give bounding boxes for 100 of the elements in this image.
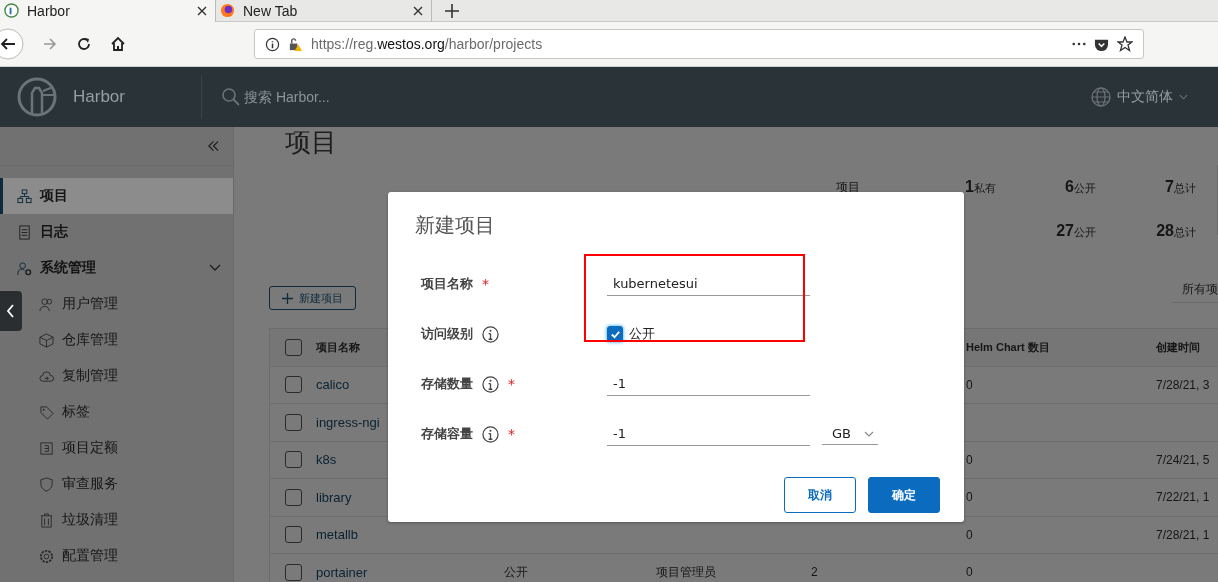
- column-header: Helm Chart 数目: [966, 340, 1050, 353]
- search-field[interactable]: 搜索 Harbor...: [242, 88, 446, 106]
- unit-select[interactable]: GB: [822, 423, 878, 445]
- caret-icon: [864, 430, 874, 437]
- cloud-icon: [39, 368, 54, 384]
- globe-icon: [1091, 87, 1111, 107]
- close-icon[interactable]: [197, 5, 207, 16]
- field-label: 项目名称: [421, 275, 473, 293]
- row-checkbox[interactable]: [284, 488, 302, 506]
- column-header: 项目名称: [316, 340, 360, 353]
- cube-icon: [39, 332, 54, 348]
- document-icon: [17, 224, 32, 240]
- stat-value: 7总计: [1165, 178, 1196, 195]
- chevron-icon[interactable]: [209, 264, 221, 272]
- project-filter-select[interactable]: 所有项: [1172, 277, 1218, 303]
- close-icon[interactable]: [413, 5, 423, 16]
- sidebar-item[interactable]: 日志: [0, 214, 233, 250]
- sidebar-subitem[interactable]: 仓库管理: [24, 322, 233, 358]
- project-link[interactable]: ingress-ngi: [316, 414, 380, 430]
- table-cell: 公开: [504, 564, 528, 579]
- sidebar-subitem[interactable]: 用户管理: [24, 286, 233, 322]
- collapse-icon[interactable]: [207, 140, 220, 152]
- table-cell: 7/28/21, 3: [1156, 377, 1210, 392]
- required-mark: *: [508, 426, 515, 442]
- table-cell: 项目管理员: [656, 564, 716, 579]
- sidebar-subitem[interactable]: 审查服务: [24, 466, 233, 502]
- column-header: 创建时间: [1156, 340, 1200, 353]
- field-label: 存储数量: [421, 375, 473, 393]
- table-cell: 2: [811, 565, 818, 580]
- checkbox-label: 公开: [629, 325, 655, 343]
- sidebar-subitem[interactable]: 配置管理: [24, 538, 233, 574]
- dialog-title: 新建项目: [415, 212, 496, 239]
- language-selector[interactable]: 中文简体: [1091, 87, 1188, 107]
- sidebar-subitem[interactable]: 复制管理: [24, 358, 233, 394]
- field-label: 访问级别: [421, 325, 473, 343]
- user-gear-icon: [17, 260, 32, 276]
- side-toggle-button[interactable]: [0, 291, 22, 331]
- plus-icon: [282, 292, 293, 304]
- forward-icon[interactable]: [42, 36, 58, 52]
- project-link[interactable]: metallb: [316, 527, 358, 543]
- row-checkbox[interactable]: [284, 526, 302, 544]
- caret-icon: [1179, 94, 1188, 100]
- users-icon: [39, 296, 54, 312]
- stat-value: 1私有: [965, 178, 996, 195]
- row-checkbox[interactable]: [284, 413, 302, 431]
- row-checkbox[interactable]: [284, 376, 302, 394]
- lighthouse-logo-icon: [17, 77, 57, 117]
- brand-name: Harbor: [73, 87, 126, 107]
- cancel-button[interactable]: 取消: [784, 477, 856, 513]
- stat-value: 28总计: [1156, 222, 1196, 239]
- sidebar-item[interactable]: 项目: [0, 178, 233, 214]
- project-link[interactable]: calico: [316, 377, 350, 393]
- sidebar-subitem[interactable]: 标签: [24, 394, 233, 430]
- table-cell: 7/24/21, 5: [1156, 452, 1210, 467]
- star-icon[interactable]: [1117, 36, 1133, 52]
- table-cell: 7/28/21, 1: [1156, 527, 1210, 542]
- field-label: 存储容量: [421, 425, 473, 443]
- hierarchy-icon: [17, 188, 32, 204]
- gear-icon: [39, 548, 54, 564]
- info-icon[interactable]: [482, 425, 499, 443]
- more-icon[interactable]: [1072, 42, 1086, 46]
- fox-globe-icon: [220, 3, 235, 18]
- table-cell: 7/22/21, 1: [1156, 490, 1210, 505]
- browser-tab[interactable]: New Tab: [216, 0, 432, 22]
- stat-label: 项目: [836, 179, 860, 194]
- table-cell: 0: [966, 490, 973, 505]
- search-icon: [222, 88, 240, 106]
- table-cell: 0: [966, 565, 973, 580]
- quota-icon: [39, 440, 54, 456]
- info-icon[interactable]: [482, 325, 499, 343]
- project-link[interactable]: library: [316, 489, 352, 505]
- row-checkbox[interactable]: [284, 451, 302, 469]
- reload-icon[interactable]: [76, 36, 92, 52]
- project-link[interactable]: portainer: [316, 564, 368, 580]
- table-cell: 0: [966, 377, 973, 392]
- required-mark: *: [508, 376, 515, 392]
- home-icon[interactable]: [110, 36, 126, 52]
- required-mark: *: [482, 276, 489, 292]
- sidebar-item[interactable]: 系统管理: [0, 250, 233, 286]
- browser-tab[interactable]: Harbor: [0, 0, 216, 22]
- new-project-button[interactable]: 新建项目: [269, 286, 356, 310]
- tag-icon: [39, 404, 54, 420]
- stat-value: 6公开: [1065, 178, 1096, 195]
- table-cell: 0: [966, 527, 973, 542]
- sidebar-subitem[interactable]: 垃圾清理: [24, 502, 233, 538]
- select-all-checkbox[interactable]: [284, 338, 302, 356]
- warning-lock-icon[interactable]: [288, 36, 303, 52]
- address-field[interactable]: https://reg.westos.org/harbor/projects: [254, 29, 1144, 59]
- back-button[interactable]: [0, 28, 24, 60]
- confirm-button[interactable]: 确定: [868, 477, 940, 513]
- page-title: 项目: [285, 127, 337, 155]
- info-icon[interactable]: [265, 36, 280, 52]
- new-tab-icon[interactable]: [445, 3, 459, 18]
- table-cell: 0: [966, 452, 973, 467]
- row-checkbox[interactable]: [284, 563, 302, 581]
- info-icon[interactable]: [482, 375, 499, 393]
- project-link[interactable]: k8s: [316, 452, 337, 468]
- stat-value: 27公开: [1056, 222, 1096, 239]
- sidebar-subitem[interactable]: 项目定额: [24, 430, 233, 466]
- checkmark-icon: [609, 328, 621, 340]
